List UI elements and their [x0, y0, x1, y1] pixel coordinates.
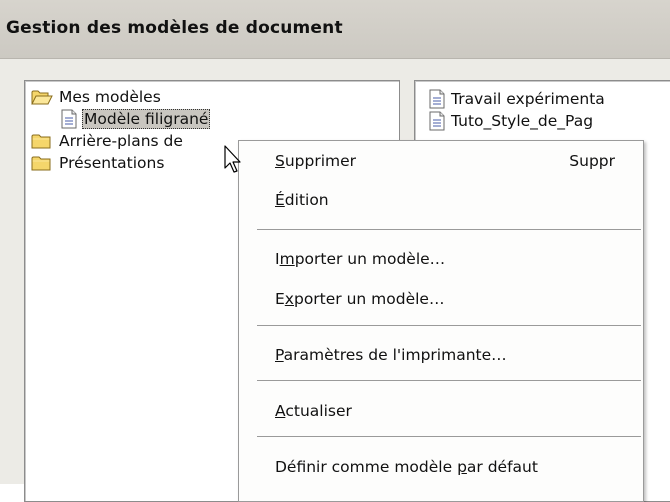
menu-item-export[interactable]: Exporter un modèle…	[239, 285, 643, 313]
open-folder-icon	[31, 88, 53, 106]
list-item-label: Tuto_Style_de_Pag	[451, 112, 594, 130]
document-icon	[61, 109, 77, 129]
tree-item-modele-filigrane[interactable]: Modèle filigrané	[61, 109, 211, 129]
menu-item-label: Définir comme modèle par défaut	[275, 458, 538, 476]
menu-item-import[interactable]: Importer un modèle…	[239, 245, 643, 273]
menu-separator	[257, 325, 641, 326]
tree-item-label: Présentations	[59, 154, 165, 172]
menu-item-shortcut: Suppr	[569, 152, 615, 170]
list-item[interactable]: Travail expérimenta	[429, 89, 605, 109]
context-menu: Supprimer Suppr Édition Importer un modè…	[238, 140, 644, 502]
template-management-dialog: Gestion des modèles de document Mes modè…	[0, 0, 670, 502]
tree-item-arriere-plans[interactable]: Arrière-plans de	[31, 131, 183, 151]
folder-icon	[31, 132, 53, 150]
menu-item-label: Actualiser	[275, 402, 352, 420]
menu-separator	[257, 436, 641, 437]
mouse-pointer-icon	[224, 145, 244, 175]
menu-item-refresh[interactable]: Actualiser	[239, 397, 643, 425]
document-icon	[429, 89, 445, 109]
title-bar: Gestion des modèles de document	[0, 0, 670, 59]
menu-separator	[257, 380, 641, 381]
tree-item-presentations[interactable]: Présentations	[31, 153, 164, 173]
menu-item-set-default[interactable]: Définir comme modèle par défaut	[239, 453, 643, 481]
menu-item-label: Supprimer	[275, 152, 357, 170]
tree-item-mes-modeles[interactable]: Mes modèles	[31, 87, 161, 107]
menu-separator	[257, 229, 641, 230]
dialog-title: Gestion des modèles de document	[6, 18, 343, 38]
menu-item-label: Importer un modèle…	[275, 250, 446, 268]
document-icon	[429, 111, 445, 131]
list-item[interactable]: Tuto_Style_de_Pag	[429, 111, 593, 131]
menu-item-label: Paramètres de l'imprimante…	[275, 346, 507, 364]
tree-item-label: Arrière-plans de	[59, 132, 183, 150]
menu-item-edit[interactable]: Édition	[239, 186, 643, 214]
tree-item-label: Modèle filigrané	[82, 109, 211, 129]
folder-icon	[31, 154, 53, 172]
menu-item-label: Exporter un modèle…	[275, 290, 445, 308]
list-item-label: Travail expérimenta	[451, 90, 605, 108]
menu-item-label: Édition	[275, 191, 329, 209]
menu-item-printer-settings[interactable]: Paramètres de l'imprimante…	[239, 341, 643, 369]
menu-item-delete[interactable]: Supprimer Suppr	[239, 147, 643, 175]
tree-item-label: Mes modèles	[59, 88, 161, 106]
